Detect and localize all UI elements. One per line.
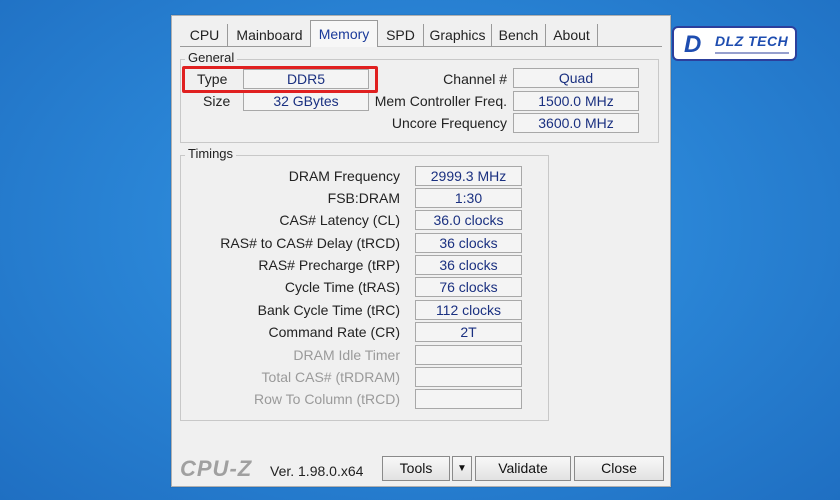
command-rate-value: 2T: [415, 322, 522, 342]
tab-memory[interactable]: Memory: [310, 20, 378, 47]
tab-bench[interactable]: Bench: [492, 24, 546, 46]
trc-value: 112 clocks: [415, 300, 522, 320]
timing-label: Command Rate (CR): [268, 324, 400, 340]
cpuz-brand: CPU-Z: [180, 456, 253, 481]
channel-value: Quad: [513, 68, 639, 88]
timing-label: Cycle Time (tRAS): [284, 279, 400, 295]
dram-idle-timer-value: [415, 345, 522, 365]
mem-controller-label: Mem Controller Freq.: [374, 93, 507, 109]
timing-label: CAS# Latency (CL): [279, 212, 400, 228]
logo-underline: [715, 52, 789, 54]
tab-mainboard[interactable]: Mainboard: [228, 24, 312, 46]
uncore-label: Uncore Frequency: [391, 115, 507, 131]
timings-title: Timings: [185, 146, 237, 162]
tools-button[interactable]: Tools: [382, 456, 450, 481]
channel-label: Channel #: [443, 71, 507, 87]
logo-mark: D: [684, 31, 702, 58]
tools-dropdown-button[interactable]: ▼: [452, 456, 472, 481]
tab-divider: [180, 46, 662, 47]
timing-label-disabled: DRAM Idle Timer: [293, 347, 400, 363]
row-to-column-value: [415, 389, 522, 409]
tab-graphics[interactable]: Graphics: [424, 24, 492, 46]
type-highlight-box: [182, 66, 378, 93]
tab-bar: CPU Mainboard Memory SPD Graphics Bench …: [180, 20, 670, 47]
mem-controller-value: 1500.0 MHz: [513, 91, 639, 111]
chevron-down-icon: ▼: [457, 463, 467, 474]
trcd-value: 36 clocks: [415, 233, 522, 253]
trp-value: 36 clocks: [415, 255, 522, 275]
size-label: Size: [203, 93, 231, 109]
timing-label: FSB:DRAM: [327, 190, 400, 206]
timing-label-disabled: Total CAS# (tRDRAM): [261, 369, 400, 385]
version-text: Ver. 1.98.0.x64: [270, 463, 364, 479]
cas-latency-value: 36.0 clocks: [415, 210, 522, 230]
tab-about[interactable]: About: [546, 24, 598, 46]
timing-label: Bank Cycle Time (tRC): [257, 302, 400, 318]
size-value: 32 GBytes: [243, 91, 369, 111]
fsb-dram-value: 1:30: [415, 188, 522, 208]
tab-spd[interactable]: SPD: [378, 24, 424, 46]
dlz-tech-logo: D DLZ TECH: [672, 26, 797, 61]
logo-text: DLZ TECH: [715, 33, 789, 49]
timing-label: RAS# Precharge (tRP): [258, 257, 400, 273]
timing-label-disabled: Row To Column (tRCD): [254, 391, 400, 407]
total-cas-value: [415, 367, 522, 387]
validate-button[interactable]: Validate: [475, 456, 571, 481]
footer-bar: CPU-Z Ver. 1.98.0.x64 Tools ▼ Validate C…: [172, 453, 670, 485]
dram-frequency-value: 2999.3 MHz: [415, 166, 522, 186]
timing-label: RAS# to CAS# Delay (tRCD): [220, 235, 400, 251]
uncore-value: 3600.0 MHz: [513, 113, 639, 133]
timing-label: DRAM Frequency: [288, 168, 400, 184]
general-title: General: [185, 50, 238, 66]
tras-value: 76 clocks: [415, 277, 522, 297]
close-button[interactable]: Close: [574, 456, 664, 481]
tab-cpu[interactable]: CPU: [182, 24, 228, 46]
